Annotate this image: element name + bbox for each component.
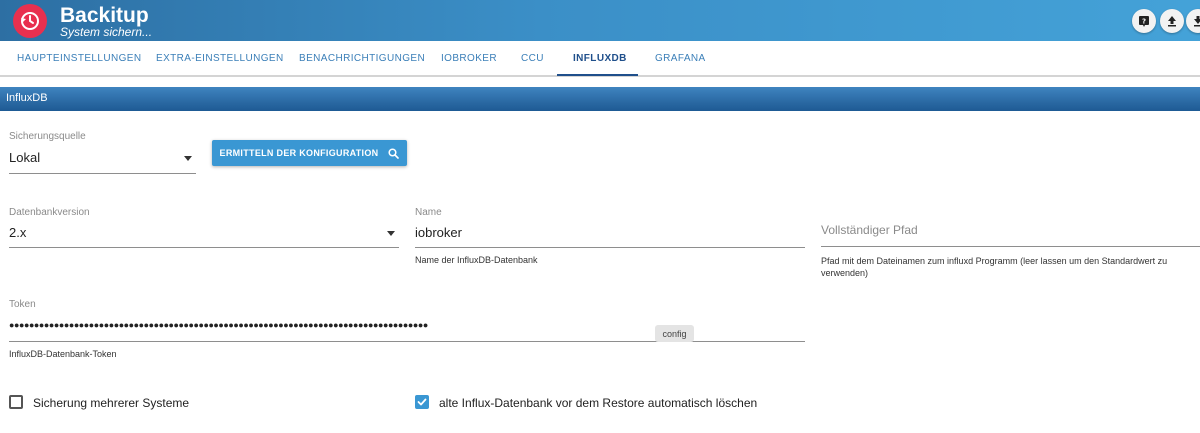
- detect-config-label: ERMITTELN DER KONFIGURATION: [219, 148, 379, 158]
- download-icon: [1194, 16, 1200, 27]
- multi-system-label: Sicherung mehrerer Systeme: [33, 396, 190, 410]
- app-header: Backitup System sichern... ?: [0, 0, 1200, 41]
- help-button[interactable]: ?: [1132, 9, 1156, 33]
- name-helper: Name der InfluxDB-Datenbank: [415, 255, 538, 265]
- upload-icon: [1168, 16, 1176, 27]
- name-underline: [415, 247, 805, 248]
- tab-bar: HAUPTEINSTELLUNGEN EXTRA-EINSTELLUNGEN B…: [0, 41, 1200, 77]
- search-icon: [388, 147, 400, 159]
- source-label: Sicherungsquelle: [9, 131, 86, 142]
- auto-delete-label: alte Influx-Datenbank vor dem Restore au…: [439, 396, 758, 410]
- path-input[interactable]: Vollständiger Pfad: [821, 223, 918, 237]
- svg-text:?: ?: [1142, 18, 1146, 26]
- chevron-down-icon[interactable]: [387, 231, 395, 236]
- token-label: Token: [9, 299, 36, 310]
- name-input[interactable]: iobroker: [415, 225, 462, 240]
- source-underline: [9, 173, 196, 174]
- auto-delete-checkbox[interactable]: [415, 395, 429, 409]
- token-input[interactable]: ●●●●●●●●●●●●●●●●●●●●●●●●●●●●●●●●●●●●●●●●…: [9, 320, 609, 330]
- tab-extra-einstellungen[interactable]: EXTRA-EINSTELLUNGEN: [156, 53, 284, 64]
- config-tooltip: config: [655, 325, 694, 342]
- db-version-select[interactable]: 2.x: [9, 225, 26, 240]
- backitup-logo-icon: [13, 4, 47, 38]
- tab-ccu[interactable]: CCU: [521, 53, 544, 64]
- source-select[interactable]: Lokal: [9, 150, 40, 165]
- app-subtitle: System sichern...: [60, 25, 153, 39]
- checkmark-icon: [417, 398, 427, 406]
- multi-system-checkbox[interactable]: [9, 395, 23, 409]
- upload-button[interactable]: [1160, 9, 1184, 33]
- chevron-down-icon[interactable]: [184, 156, 192, 161]
- tab-iobroker[interactable]: IOBROKER: [441, 53, 497, 64]
- help-icon: ?: [1139, 16, 1149, 27]
- tab-influxdb[interactable]: INFLUXDB: [573, 53, 627, 64]
- tab-grafana[interactable]: GRAFANA: [655, 53, 706, 64]
- active-tab-indicator: [557, 74, 638, 76]
- section-title: InfluxDB: [6, 92, 48, 104]
- name-label: Name: [415, 207, 442, 218]
- detect-config-button[interactable]: ERMITTELN DER KONFIGURATION: [212, 140, 407, 166]
- db-version-label: Datenbankversion: [9, 207, 90, 218]
- download-button[interactable]: [1186, 9, 1200, 33]
- token-helper: InfluxDB-Datenbank-Token: [9, 349, 117, 359]
- path-helper: Pfad mit dem Dateinamen zum influxd Prog…: [821, 256, 1168, 278]
- tab-benachrichtigungen[interactable]: BENACHRICHTIGUNGEN: [299, 53, 425, 64]
- path-underline: [821, 246, 1200, 247]
- section-header: InfluxDB: [0, 87, 1200, 111]
- db-version-underline: [9, 247, 399, 248]
- tab-haupteinstellungen[interactable]: HAUPTEINSTELLUNGEN: [17, 53, 141, 64]
